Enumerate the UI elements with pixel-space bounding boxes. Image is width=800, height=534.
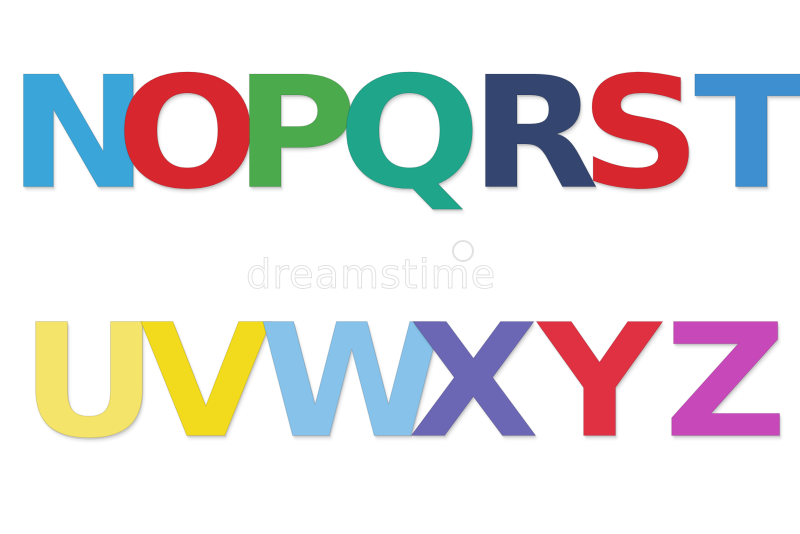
- letter-q: Q: [338, 43, 482, 224]
- wooden-letters-photo: N O P Q R S T dreamstime U V W X Y Z: [0, 0, 800, 534]
- letter-u: U: [20, 291, 159, 474]
- letter-v: V: [140, 291, 273, 474]
- letter-w: W: [258, 291, 447, 474]
- letter-x: X: [408, 291, 540, 474]
- letter-t: T: [694, 43, 800, 224]
- letter-s: S: [580, 43, 702, 224]
- letter-z: Z: [664, 291, 788, 474]
- letter-n: N: [8, 43, 150, 224]
- letter-r: R: [470, 43, 600, 224]
- letter-p: P: [234, 43, 358, 224]
- letter-y: Y: [538, 291, 662, 474]
- letter-o: O: [116, 43, 260, 224]
